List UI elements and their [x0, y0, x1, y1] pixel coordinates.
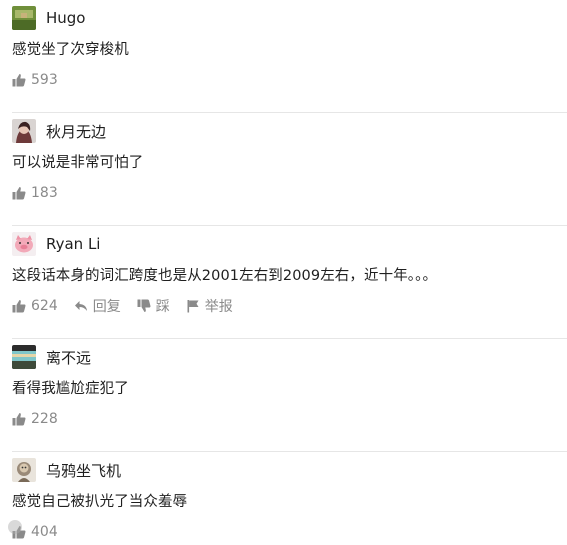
username[interactable]: 乌鸦坐飞机 — [46, 460, 121, 481]
thumbs-up-icon — [12, 300, 26, 313]
thumbs-up-icon — [12, 74, 26, 87]
thumbs-down-icon — [137, 299, 151, 312]
like-button[interactable]: 183 — [12, 185, 58, 201]
flag-icon — [187, 300, 199, 313]
comment-text: 这段话本身的词汇跨度也是从2001左右到2009左右，近十年。。。 — [12, 268, 438, 284]
comment-actions: 593 — [12, 69, 74, 91]
comment-header: 乌鸦坐飞机 — [12, 457, 121, 483]
landscape-avatar-icon[interactable] — [12, 345, 36, 369]
reply-label: 回复 — [92, 299, 121, 315]
username[interactable]: Hugo — [46, 9, 86, 27]
like-count: 593 — [31, 72, 58, 88]
comment-item: Ryan Li 这段话本身的词汇跨度也是从2001左右到2009左右，近十年。。… — [0, 226, 567, 339]
portrait-avatar-icon[interactable] — [12, 119, 36, 143]
comment-header: Ryan Li — [12, 231, 100, 257]
green-field-avatar-icon[interactable] — [12, 6, 36, 30]
comment-text: 看得我尴尬症犯了 — [12, 381, 129, 397]
username[interactable]: 离不远 — [46, 347, 91, 368]
comment-text: 感觉坐了次穿梭机 — [12, 42, 129, 58]
crow-avatar-icon[interactable] — [12, 458, 36, 482]
watermark-icon — [8, 520, 22, 534]
comment-header: Hugo — [12, 5, 86, 31]
comment-actions: 624 回复 踩 举报 — [12, 295, 249, 317]
comment-item: 秋月无边 可以说是非常可怕了 183 — [0, 113, 567, 226]
report-label: 举报 — [204, 299, 233, 315]
username[interactable]: Ryan Li — [46, 235, 100, 253]
reply-button[interactable]: 回复 — [74, 296, 121, 316]
username[interactable]: 秋月无边 — [46, 121, 106, 142]
comment-header: 秋月无边 — [12, 118, 106, 144]
comment-text: 可以说是非常可怕了 — [12, 155, 144, 171]
thumbs-up-icon — [12, 413, 26, 426]
like-count: 404 — [31, 524, 58, 540]
like-button[interactable]: 624 — [12, 298, 58, 314]
comment-actions: 183 — [12, 182, 74, 204]
dislike-label: 踩 — [155, 299, 170, 315]
pink-pig-avatar-icon[interactable] — [12, 232, 36, 256]
comment-text: 感觉自己被扒光了当众羞辱 — [12, 494, 188, 510]
comment-item: 离不远 看得我尴尬症犯了 228 — [0, 339, 567, 452]
report-button[interactable]: 举报 — [186, 296, 233, 316]
like-button[interactable]: 228 — [12, 411, 58, 427]
thumbs-up-icon — [12, 187, 26, 200]
comment-item: 乌鸦坐飞机 感觉自己被扒光了当众羞辱 404 — [0, 452, 567, 545]
comment-actions: 228 — [12, 408, 74, 430]
dislike-button[interactable]: 踩 — [137, 296, 170, 316]
like-button[interactable]: 593 — [12, 72, 58, 88]
watermark-logo — [8, 520, 26, 534]
like-count: 183 — [31, 185, 58, 201]
reply-arrow-icon — [74, 301, 87, 311]
comment-item: Hugo 感觉坐了次穿梭机 593 — [0, 0, 567, 113]
comment-header: 离不远 — [12, 344, 91, 370]
like-count: 624 — [31, 298, 58, 314]
like-count: 228 — [31, 411, 58, 427]
